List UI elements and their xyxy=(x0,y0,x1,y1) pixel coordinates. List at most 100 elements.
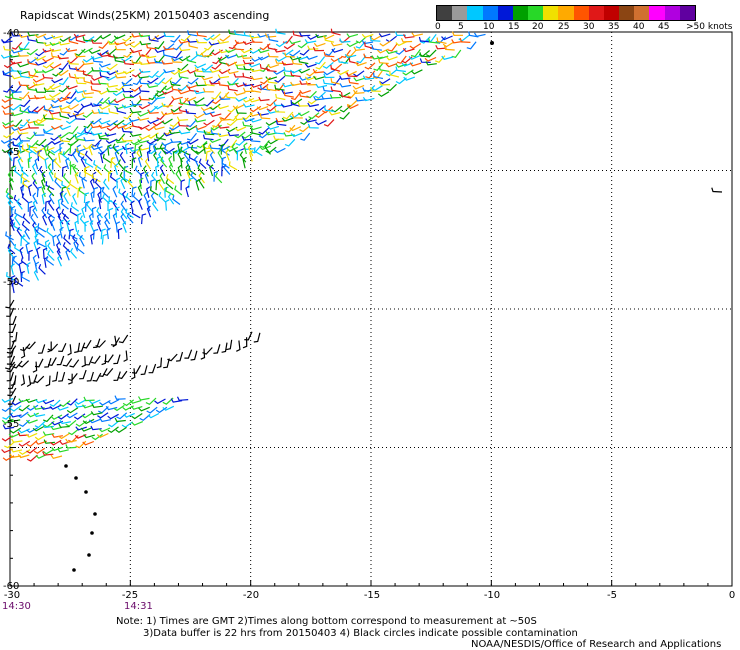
wind-barb xyxy=(113,371,121,381)
wind-barb xyxy=(377,91,390,98)
wind-barb xyxy=(362,96,375,102)
wind-barb xyxy=(130,48,143,54)
wind-barb xyxy=(42,448,55,455)
wind-barb xyxy=(63,192,70,205)
wind-barb xyxy=(161,60,173,65)
wind-barb xyxy=(308,112,320,120)
wind-barb xyxy=(3,131,15,139)
wind-barb xyxy=(89,220,95,232)
wind-barb xyxy=(160,111,173,116)
wind-barb xyxy=(290,98,303,105)
wind-barb xyxy=(67,103,79,110)
wind-barb xyxy=(121,421,133,428)
wind-barb xyxy=(27,184,33,196)
wind-barb xyxy=(113,354,121,365)
wind-barb xyxy=(315,83,328,89)
wind-barb xyxy=(126,212,134,224)
wind-barb xyxy=(219,35,231,42)
wind-barb xyxy=(129,108,142,114)
wind-barb xyxy=(65,47,78,53)
wind-barb xyxy=(139,95,150,101)
wind-barb xyxy=(242,156,247,169)
wind-barb xyxy=(233,91,246,96)
wind-barb xyxy=(86,201,94,213)
wind-barb xyxy=(146,138,159,145)
wind-barb xyxy=(193,72,205,78)
wind-barb xyxy=(65,444,77,449)
wind-barb xyxy=(51,78,63,84)
wind-barb xyxy=(27,35,38,42)
wind-barb xyxy=(22,213,31,225)
wind-barb xyxy=(74,399,87,405)
wind-barb xyxy=(209,164,214,177)
wind-barb xyxy=(131,122,142,129)
wind-barb xyxy=(45,181,55,191)
wind-barb xyxy=(217,132,229,138)
contamination-marker xyxy=(490,41,494,45)
wind-barb xyxy=(2,455,15,462)
wind-barb xyxy=(58,342,67,353)
wind-barb xyxy=(101,233,108,245)
wind-barb xyxy=(202,134,214,141)
wind-barb xyxy=(105,75,117,81)
wind-barb xyxy=(35,38,47,44)
wind-barb xyxy=(17,63,29,68)
wind-barb xyxy=(138,68,151,74)
wind-barb xyxy=(131,100,143,106)
wind-barb xyxy=(102,153,112,164)
wind-barb xyxy=(283,43,296,50)
wind-barb xyxy=(242,103,255,108)
wind-barb xyxy=(72,151,79,163)
wind-barb xyxy=(37,223,47,233)
wind-barb xyxy=(378,33,391,38)
wind-barb xyxy=(85,356,94,366)
wind-barb xyxy=(4,441,15,449)
wind-barb xyxy=(107,413,119,420)
wind-barb xyxy=(274,107,286,113)
wind-barb xyxy=(203,110,215,116)
wind-barb xyxy=(33,94,46,100)
wind-barb xyxy=(193,97,205,104)
wind-barb xyxy=(115,83,127,91)
wind-barb xyxy=(56,355,65,366)
wind-barb xyxy=(304,63,317,68)
contamination-marker xyxy=(84,490,88,494)
wind-barb xyxy=(146,186,151,198)
wind-barb xyxy=(370,34,382,41)
wind-map: -30 -25 -20 -15 -10 -5 0 -40 -45 -50 -55… xyxy=(0,28,735,601)
wind-barb xyxy=(273,129,285,135)
wind-barb xyxy=(235,96,248,102)
wind-barb xyxy=(88,418,101,424)
wind-barb xyxy=(256,106,269,111)
wind-barb xyxy=(17,453,30,459)
wind-barb xyxy=(180,156,185,169)
wind-barb xyxy=(140,365,148,376)
wind-barb xyxy=(99,417,111,423)
wind-barb xyxy=(58,151,63,163)
wind-barb xyxy=(379,40,391,47)
wind-barb xyxy=(45,375,51,387)
wind-barb xyxy=(208,41,221,46)
wind-barb xyxy=(88,143,93,156)
wind-barb xyxy=(37,344,46,354)
wind-barb xyxy=(209,144,221,150)
wind-barb xyxy=(273,135,285,140)
wind-barb xyxy=(112,185,118,198)
wind-barb xyxy=(114,73,127,79)
wind-barb xyxy=(373,62,384,71)
wind-barb xyxy=(348,78,359,85)
wind-barb xyxy=(299,89,311,95)
wind-barb xyxy=(122,35,134,42)
wind-barb xyxy=(153,145,166,150)
map-grid xyxy=(9,31,733,587)
wind-barb xyxy=(314,91,326,99)
wind-barb xyxy=(74,88,87,94)
wind-barb xyxy=(68,428,80,436)
wind-barb xyxy=(58,62,69,71)
wind-barb xyxy=(205,150,211,162)
wind-barb xyxy=(217,74,230,79)
wind-barb xyxy=(96,432,109,439)
wind-barb xyxy=(121,137,133,142)
wind-barb xyxy=(81,356,86,368)
wind-barb xyxy=(47,250,55,261)
